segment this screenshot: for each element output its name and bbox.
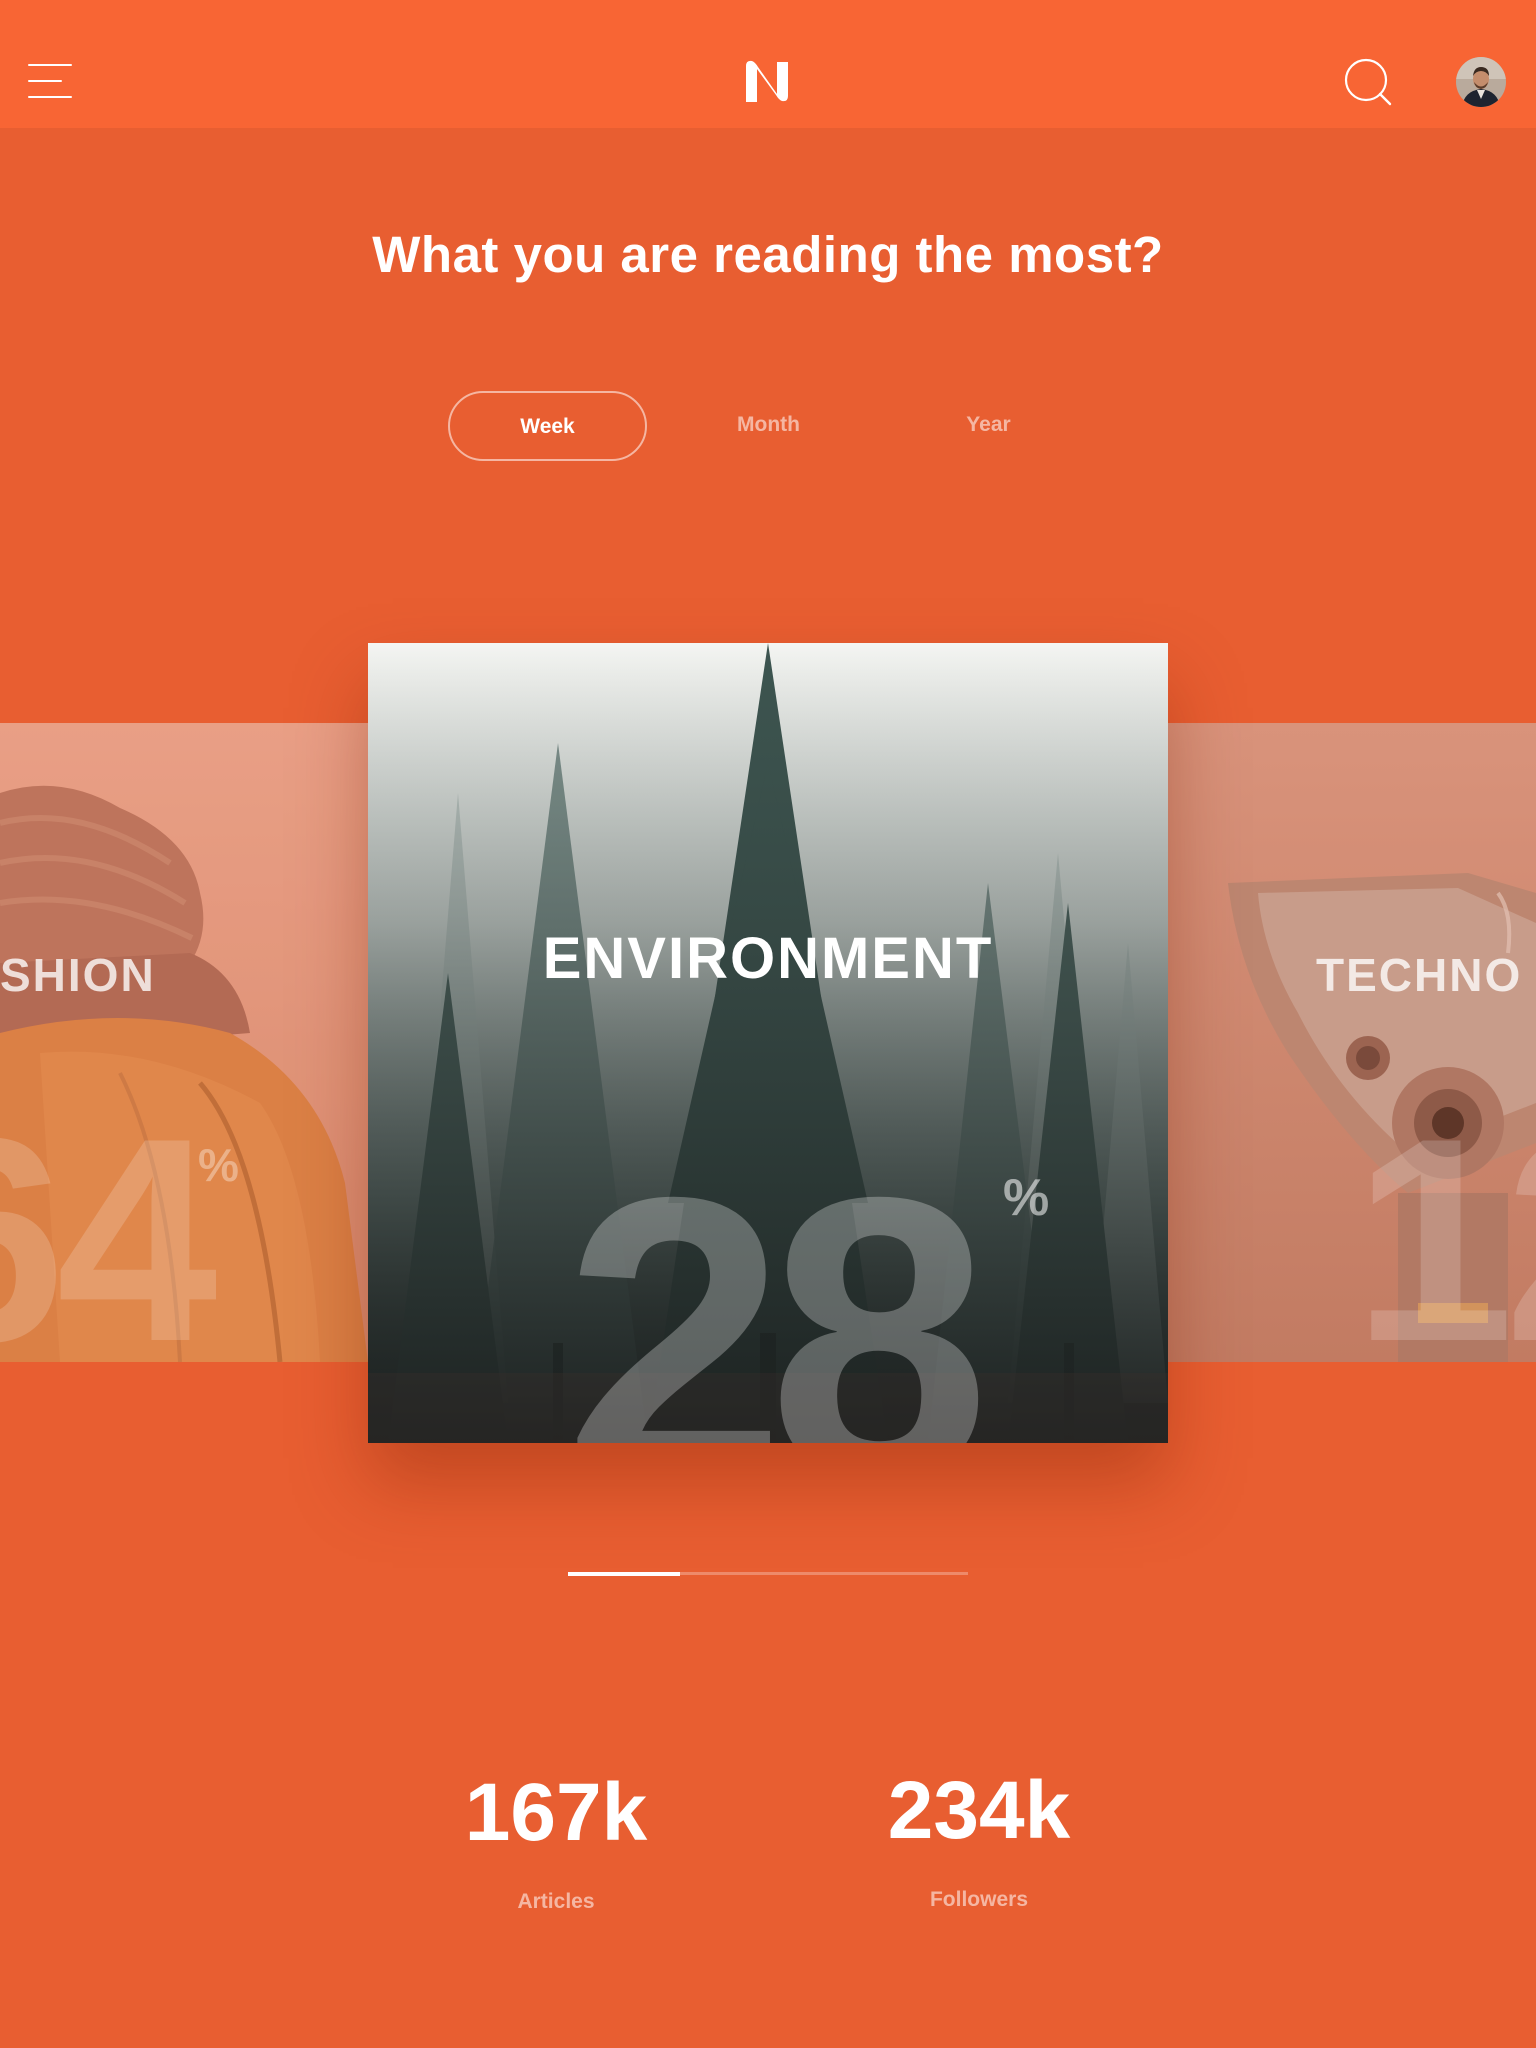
category-card-fashion[interactable]: SHION 64 % (0, 723, 368, 1362)
menu-line (28, 80, 62, 82)
top-bar (0, 0, 1536, 128)
category-card-environment[interactable]: ENVIRONMENT 28 % (368, 643, 1168, 1443)
carousel-progress-fill (568, 1572, 680, 1576)
stat-value: 234k (887, 1765, 1071, 1856)
stat-articles: 167k Articles (406, 1772, 706, 1914)
category-title: TECHNO (1316, 949, 1523, 1001)
stat-label: Articles (517, 1890, 595, 1913)
tab-week[interactable]: Week (448, 391, 647, 461)
menu-icon[interactable] (28, 62, 72, 102)
category-percent: 12 (1353, 1078, 1536, 1362)
menu-line (28, 64, 72, 66)
stat-label: Followers (929, 1888, 1029, 1911)
tab-year[interactable]: Year (889, 391, 1088, 461)
page-title: What you are reading the most? (372, 226, 1164, 283)
percent-sign: % (198, 1139, 239, 1191)
percent-sign: % (1003, 1169, 1050, 1227)
logo-icon[interactable] (742, 58, 794, 104)
search-icon[interactable] (1344, 58, 1396, 110)
carousel-progress[interactable] (568, 1572, 968, 1576)
tab-month[interactable]: Month (669, 391, 868, 461)
stat-followers: 234k Followers (829, 1770, 1129, 1912)
category-title: ENVIRONMENT (542, 926, 994, 991)
avatar[interactable] (1456, 57, 1506, 107)
category-percent: 64 (0, 1078, 218, 1362)
stat-value: 167k (464, 1767, 648, 1858)
category-card-technology[interactable]: TECHNO 12 (1168, 723, 1536, 1362)
menu-line (28, 96, 72, 98)
category-title: SHION (0, 949, 156, 1001)
